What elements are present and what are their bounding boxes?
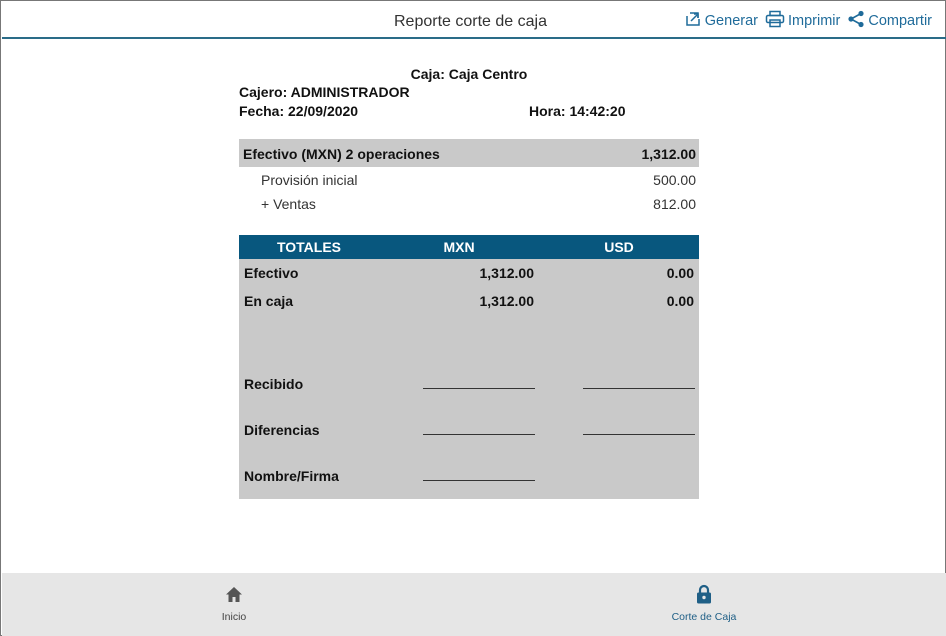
cash-section-header: Efectivo (MXN) 2 operaciones 1,312.00 bbox=[239, 139, 699, 167]
cash-row: Provisión inicial 500.00 bbox=[239, 172, 699, 194]
totals-table: TOTALES MXN USD Efectivo 1,312.00 0.00 E… bbox=[239, 235, 699, 499]
totals-col-header: TOTALES bbox=[276, 239, 342, 255]
signature-label: Diferencias bbox=[244, 422, 320, 438]
cash-row-value: 812.00 bbox=[653, 196, 696, 212]
app-window: Reporte corte de caja Generar Imprimir C… bbox=[0, 0, 946, 636]
mxn-col-header: MXN bbox=[443, 239, 475, 255]
totals-header: TOTALES MXN USD bbox=[239, 235, 699, 259]
signature-line bbox=[423, 388, 535, 389]
header-actions: Generar Imprimir Compartir bbox=[684, 10, 932, 32]
top-bar: Reporte corte de caja Generar Imprimir C… bbox=[2, 2, 946, 39]
cash-row: + Ventas 812.00 bbox=[239, 196, 699, 218]
cash-row-label: Provisión inicial bbox=[261, 172, 358, 188]
row-label: En caja bbox=[244, 293, 294, 309]
signature-label: Recibido bbox=[244, 376, 304, 392]
report-time: Hora: 14:42:20 bbox=[529, 103, 626, 119]
row-usd: 0.00 bbox=[666, 293, 694, 309]
row-label: Efectivo bbox=[244, 265, 299, 281]
cash-section-total: 1,312.00 bbox=[641, 146, 697, 162]
row-mxn: 1,312.00 bbox=[479, 265, 535, 281]
home-icon bbox=[174, 583, 294, 605]
cash-row-label: + Ventas bbox=[261, 196, 316, 212]
generar-label: Generar bbox=[704, 13, 758, 29]
compartir-label: Compartir bbox=[868, 13, 932, 29]
nav-item-label: Corte de Caja bbox=[671, 611, 737, 623]
lock-icon bbox=[644, 583, 764, 605]
imprimir-button[interactable]: Imprimir bbox=[765, 10, 840, 32]
generar-button[interactable]: Generar bbox=[684, 10, 758, 32]
cash-section-title: Efectivo (MXN) 2 operaciones bbox=[243, 146, 440, 162]
signature-label: Nombre/Firma bbox=[244, 468, 339, 484]
signature-line bbox=[583, 388, 695, 389]
caja-name: Caja: Caja Centro bbox=[410, 66, 528, 82]
cash-row-value: 500.00 bbox=[653, 172, 696, 188]
nav-item-label: Inicio bbox=[221, 611, 247, 623]
signature-line bbox=[423, 434, 535, 435]
nav-item-corte-de-caja[interactable]: Corte de Caja bbox=[644, 583, 764, 623]
compartir-button[interactable]: Compartir bbox=[847, 10, 932, 32]
usd-col-header: USD bbox=[604, 239, 634, 255]
cajero-name: Cajero: ADMINISTRADOR bbox=[239, 84, 410, 100]
share-icon bbox=[847, 10, 868, 32]
row-mxn: 1,312.00 bbox=[479, 293, 535, 309]
bottom-nav: Inicio Corte de Caja bbox=[2, 573, 946, 636]
signature-line bbox=[583, 434, 695, 435]
export-icon bbox=[684, 10, 705, 32]
nav-item-inicio[interactable]: Inicio bbox=[174, 583, 294, 623]
printer-icon bbox=[765, 10, 788, 32]
signature-line bbox=[423, 480, 535, 481]
row-usd: 0.00 bbox=[666, 265, 694, 281]
report-date: Fecha: 22/09/2020 bbox=[239, 103, 359, 119]
imprimir-label: Imprimir bbox=[787, 13, 841, 29]
